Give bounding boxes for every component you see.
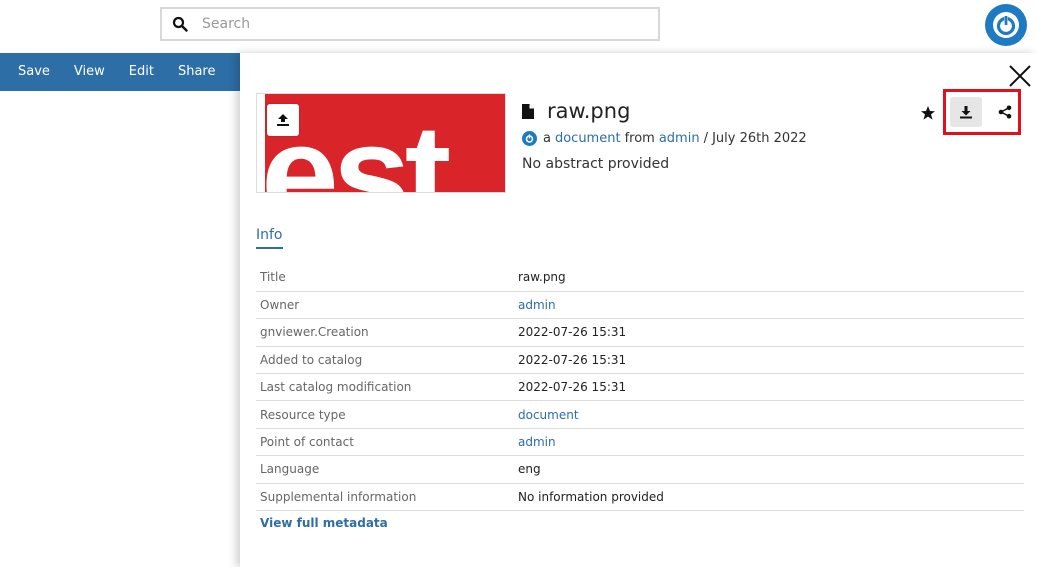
resource-abstract: No abstract provided: [522, 156, 670, 172]
info-value-link[interactable]: document: [518, 401, 1024, 428]
star-icon[interactable]: [920, 105, 936, 121]
geonode-logo-icon[interactable]: [985, 4, 1027, 46]
close-icon[interactable]: [1007, 63, 1033, 89]
byline-from: from: [624, 131, 655, 146]
table-row: Last catalog modification 2022-07-26 15:3…: [256, 374, 1024, 401]
resource-title-text: raw.png: [547, 99, 631, 123]
download-button[interactable]: [950, 97, 982, 127]
view-full-metadata-link[interactable]: View full metadata: [260, 516, 388, 530]
save-button[interactable]: Save: [0, 53, 64, 91]
info-key: Last catalog modification: [260, 380, 412, 395]
resource-date: / July 26th 2022: [703, 131, 807, 146]
info-key: Title: [260, 270, 286, 285]
geonode-logo-small-icon: [522, 131, 537, 146]
resource-detail-panel: est raw.png a document from admin / July…: [240, 53, 1037, 567]
byline-prefix: a: [543, 131, 551, 146]
info-value: No information provided: [518, 489, 664, 504]
file-icon: [522, 103, 534, 119]
upload-thumbnail-button[interactable]: [267, 104, 299, 136]
info-value: 2022-07-26 15:31: [518, 352, 627, 367]
info-key: Language: [260, 462, 320, 477]
info-key: Supplemental information: [260, 489, 417, 504]
info-value: eng: [518, 462, 541, 477]
tab-info[interactable]: Info: [256, 227, 283, 249]
share-button[interactable]: Share: [168, 53, 230, 91]
resource-byline: a document from admin / July 26th 2022: [522, 131, 811, 146]
upload-icon: [277, 114, 289, 126]
download-icon: [960, 106, 972, 119]
info-value: 2022-07-26 15:31: [518, 380, 627, 395]
search-icon: [172, 16, 188, 32]
table-row: Added to catalog 2022-07-26 15:31: [256, 346, 1024, 374]
resource-thumbnail: est: [256, 93, 506, 193]
info-value: raw.png: [518, 270, 566, 285]
table-row: Supplemental information No information p…: [256, 483, 1024, 511]
table-row: Language eng: [256, 456, 1024, 484]
share-resource-button[interactable]: [989, 97, 1021, 127]
table-row: Point of contact admin: [256, 428, 1024, 456]
info-value: 2022-07-26 15:31: [518, 325, 627, 340]
resource-title: raw.png: [522, 99, 630, 123]
owner-link[interactable]: admin: [659, 131, 700, 146]
search-bar[interactable]: [160, 7, 660, 41]
app-root: Save View Edit Share est raw.png a: [0, 0, 1037, 567]
share-icon: [998, 105, 1012, 119]
edit-button[interactable]: Edit: [119, 53, 168, 91]
info-key: gnviewer.Creation: [260, 325, 369, 340]
info-key: Point of contact: [260, 435, 354, 450]
info-key: Added to catalog: [260, 352, 363, 367]
info-key: Resource type: [260, 407, 346, 422]
info-value-link[interactable]: admin: [518, 291, 1024, 318]
table-row: Resource type document: [256, 401, 1024, 429]
info-table: Title raw.png Owner admin gnviewer.Creatio…: [256, 264, 1024, 511]
resource-type-link[interactable]: document: [555, 131, 621, 146]
table-row: gnviewer.Creation 2022-07-26 15:31: [256, 319, 1024, 347]
info-value-link[interactable]: admin: [518, 428, 1024, 455]
table-row: Owner admin: [256, 291, 1024, 319]
view-button[interactable]: View: [64, 53, 119, 91]
resource-action-bar: Save View Edit Share: [0, 53, 240, 91]
info-key: Owner: [260, 298, 300, 313]
search-input[interactable]: [202, 16, 642, 32]
table-row: Title raw.png: [256, 264, 1024, 292]
